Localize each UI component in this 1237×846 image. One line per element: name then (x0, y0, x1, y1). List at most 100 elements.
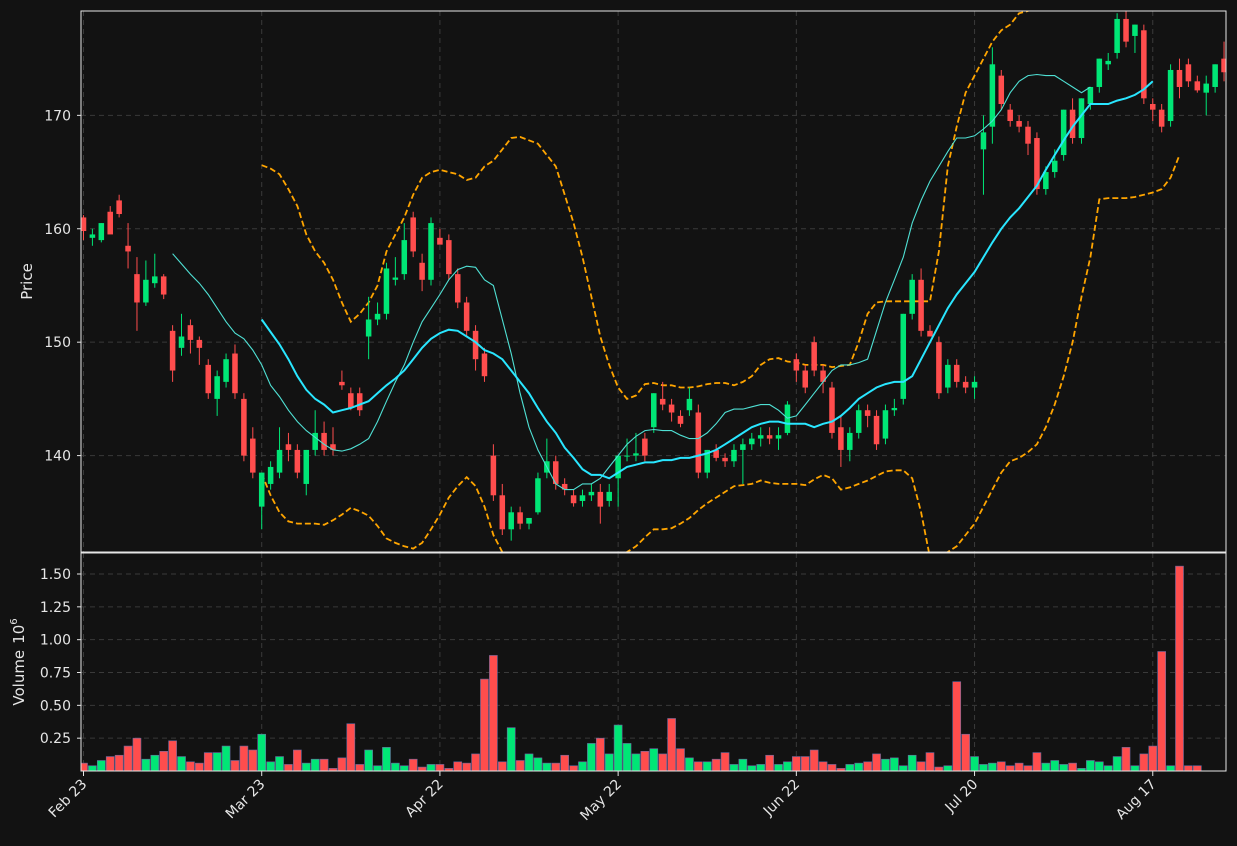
volume-bar-down (1157, 651, 1166, 771)
candle-body-up (143, 279, 149, 303)
candle-body-up (847, 432, 853, 450)
candle-body-up (1167, 69, 1174, 122)
candle-body-down (294, 449, 301, 473)
volume-bar-up (1130, 765, 1140, 771)
candle-body-up (276, 449, 283, 473)
candle-body-down (766, 435, 773, 439)
candle-body-down (116, 200, 122, 215)
candle-body-down (1158, 109, 1165, 127)
candle-body-down (232, 353, 238, 394)
volume-bar-down (435, 764, 445, 771)
candle-body-down (597, 491, 604, 507)
price-axis-title: Price (18, 263, 36, 300)
volume-bar-up (907, 754, 917, 771)
volume-bar-down (417, 766, 427, 771)
volume-bar-down (1014, 762, 1024, 771)
candle-body-down (793, 359, 800, 371)
candle-body-down (125, 245, 131, 252)
volume-bar-up (738, 758, 748, 771)
candle-body-down (1025, 126, 1031, 144)
candle-body-down (811, 342, 817, 371)
volume-bar-up (1094, 761, 1104, 771)
volume-bar-up (1059, 764, 1068, 771)
volume-axis-multiplier: 10 (10, 625, 28, 644)
candle-body-up (1132, 24, 1138, 36)
candle-body-down (1016, 121, 1022, 127)
candle-body-down (250, 438, 256, 473)
volume-bar-down (658, 753, 667, 771)
candle-body-down (570, 495, 577, 504)
candle-body-up (882, 410, 889, 439)
candle-body-down (285, 444, 292, 450)
volume-bar-down (159, 751, 169, 771)
volume-bar-down (248, 749, 258, 771)
candle-body-up (900, 313, 907, 399)
volume-bar-down (293, 749, 302, 771)
volume-bar-down (818, 761, 828, 771)
volume-bar-down (1175, 565, 1184, 771)
volume-bar-down (800, 756, 810, 771)
candle-body-down (927, 330, 933, 337)
volume-bar-down (872, 753, 881, 771)
candle-body-up (651, 393, 657, 428)
candle-body-down (962, 381, 969, 388)
candle-body-up (971, 381, 978, 388)
candle-body-up (606, 491, 612, 501)
candle-body-up (633, 453, 639, 456)
candle-body-down (339, 381, 345, 386)
candle-body-up (526, 517, 532, 524)
volume-bar-down (792, 756, 801, 771)
candle-body-down (918, 279, 924, 331)
volume-bar-up (1103, 765, 1113, 771)
candle-body-up (588, 491, 595, 496)
volume-bar-up (542, 762, 552, 771)
price-tick-label: 140 (44, 449, 71, 465)
volume-bar-up (622, 743, 632, 771)
candle-body-up (1060, 109, 1067, 156)
volume-bar-up (373, 765, 382, 771)
candle-body-up (1212, 64, 1218, 87)
candle-body-up (731, 449, 737, 462)
volume-bar-down (515, 760, 525, 771)
volume-bar-up (426, 764, 436, 771)
candle-body-down (356, 393, 363, 411)
candle-body-up (303, 449, 310, 484)
volume-bar-down (408, 758, 418, 771)
candle-body-up (1051, 160, 1058, 173)
volume-bar-up (783, 761, 792, 771)
candle-body-down (187, 325, 194, 340)
volume-bar-up (1041, 762, 1051, 771)
candle-body-up (428, 223, 434, 280)
candle-body-up (624, 455, 630, 457)
candle-body-down (936, 342, 942, 394)
volume-bar-down (123, 745, 133, 771)
candle-body-up (508, 512, 514, 530)
volume-tick-label: 1.50 (40, 567, 71, 583)
candle-body-down (348, 393, 354, 408)
volume-bar-up (898, 765, 908, 771)
candle-body-up (1096, 58, 1103, 87)
volume-bar-down (667, 718, 676, 771)
volume-bar-down (1005, 765, 1015, 771)
volume-bar-down (1023, 765, 1033, 771)
candle-body-up (945, 364, 951, 388)
candle-body-down (134, 274, 140, 303)
volume-bar-down (551, 762, 561, 771)
volume-bar-down (1121, 747, 1131, 771)
volume-bar-up (1086, 760, 1095, 771)
candle-body-up (365, 319, 372, 337)
volume-tick-label: 1.00 (40, 633, 71, 649)
candle-body-down (695, 412, 702, 473)
volume-bar-up (399, 765, 409, 771)
candle-body-down (321, 432, 327, 450)
volume-bar-up (364, 749, 373, 771)
volume-bar-down (186, 761, 195, 771)
volume-bar-down (346, 723, 356, 771)
candle-body-up (757, 435, 764, 439)
volume-bar-down (195, 762, 204, 771)
candle-body-down (829, 387, 835, 433)
candle-body-up (740, 444, 746, 450)
volume-bar-down (809, 749, 819, 771)
volume-bar-up (845, 764, 855, 771)
volume-bar-up (702, 761, 712, 771)
